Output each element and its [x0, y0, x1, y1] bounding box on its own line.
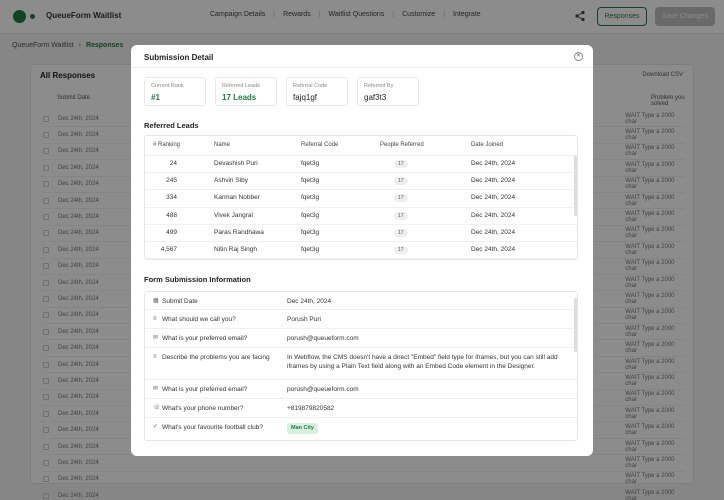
lead-referral-code: fqet3g — [301, 211, 320, 219]
form-row: ✉ What is your preferred email? porush@que… — [145, 380, 577, 399]
column-header-referral-code[interactable]: Referral Code — [301, 142, 338, 148]
text-icon: ≡ — [153, 316, 157, 322]
lead-name: Karman Nobber — [214, 194, 260, 202]
form-question: What is your preferred email? — [162, 386, 248, 393]
lead-name: Nitin Raj Singh — [214, 246, 257, 253]
lead-rank: 24 — [169, 160, 177, 167]
form-question: What is your preferred email? — [162, 335, 248, 342]
column-header-ranking[interactable]: # Ranking — [153, 142, 180, 148]
lead-rank: 488 — [166, 211, 177, 219]
stat-label: Current Rank — [151, 83, 184, 89]
lead-people-referred: 17 — [394, 194, 408, 203]
form-row: ✓ What's your favourite football club? Man… — [145, 418, 577, 440]
lead-date-joined: Dec 24th, 2024 — [471, 228, 516, 236]
form-answer-text: Dec 24th, 2024 — [287, 298, 332, 305]
form-answer: In Webflow, the CMS doesn't have a direc… — [287, 353, 562, 371]
lead-people-referred: 17 — [394, 211, 408, 220]
answer-tag: Man City — [287, 423, 318, 434]
form-answer: porush@queueform.com — [287, 334, 562, 343]
lead-people-referred: 17 — [394, 177, 408, 186]
lead-name: Vivek Jangral — [214, 211, 253, 219]
form-question: Describe the problems you are facing — [162, 354, 270, 361]
mail-icon: ✉ — [153, 386, 159, 392]
lead-rank: 245 — [166, 177, 177, 185]
column-header-name[interactable]: Name — [214, 142, 230, 148]
stat-label: Referral Code — [293, 83, 328, 89]
referred-leads-table: # Ranking Name Referral Code People Refe… — [144, 135, 578, 260]
form-answer: Porush Puri — [287, 315, 562, 324]
lead-date-joined: Dec 24th, 2024 — [471, 194, 516, 202]
check-icon: ✓ — [153, 424, 159, 430]
lead-people-referred: 17 — [394, 246, 408, 254]
lead-referral-code: fqet3g — [301, 177, 320, 185]
stat-value: fajq1gf — [293, 93, 318, 102]
lead-referral-code: fqet3g — [301, 194, 320, 202]
lead-referral-code: fqet3g — [301, 246, 320, 253]
form-submission-title: Form Submission Information — [144, 275, 251, 284]
lead-name: Paras Randhawa — [214, 228, 264, 236]
stat-value: 17 Leads — [222, 93, 257, 102]
lead-date-joined: Dec 24th, 2024 — [471, 160, 516, 167]
lead-rank: 4,567 — [160, 246, 177, 253]
submission-detail-modal: Submission Detail ✕ Current Rank #1 Refe… — [131, 45, 593, 456]
form-row: ≡ What should we call you? Porush Puri — [145, 310, 577, 329]
lead-people-referred: 17 — [394, 228, 408, 237]
form-answer: porush@queueform.com — [287, 385, 562, 394]
form-answer: Man City — [287, 423, 562, 434]
table-row[interactable]: 488 Vivek Jangral fqet3g 17 Dec 24th, 2024 — [145, 208, 577, 225]
lead-date-joined: Dec 24th, 2024 — [471, 177, 516, 185]
referred-leads-title: Referred Leads — [144, 121, 199, 130]
lead-date-joined: Dec 24th, 2024 — [471, 246, 516, 253]
stat-label: Referred By — [364, 83, 394, 89]
lead-rank: 499 — [166, 228, 177, 236]
column-header-people-referred[interactable]: People Referred — [380, 142, 424, 148]
form-scrollbar[interactable] — [574, 298, 577, 352]
calendar-icon: ▦ — [153, 298, 159, 304]
mail-icon: ✉ — [153, 335, 159, 341]
form-question: Submit Date — [162, 298, 198, 305]
form-answer: +819879820582 — [287, 404, 562, 413]
stat-referred-by: Referred By gaf3t3 — [357, 77, 419, 106]
form-row: ☏ What's your phone number? +819879820582 — [145, 399, 577, 418]
stat-value: #1 — [151, 93, 160, 102]
stat-value: gaf3t3 — [364, 93, 387, 102]
form-answer-text: Porush Puri — [287, 316, 321, 323]
form-row: ≡ Describe the problems you are facing In … — [145, 348, 577, 380]
table-header: # Ranking Name Referral Code People Refe… — [145, 136, 577, 156]
form-row: ✉ What is your preferred email? porush@que… — [145, 329, 577, 348]
lead-rank: 334 — [166, 194, 177, 202]
form-row: ▦ Submit Date Dec 24th, 2024 — [145, 292, 577, 310]
column-header-date-joined[interactable]: Date Joined — [471, 142, 503, 148]
table-row[interactable]: 334 Karman Nobber fqet3g 17 Dec 24th, 2024 — [145, 190, 577, 208]
form-question: What's your favourite football club? — [162, 424, 263, 431]
lead-referral-code: fqet3g — [301, 160, 320, 167]
table-row[interactable]: 4,567 Nitin Raj Singh fqet3g 17 Dec 24th, 20… — [145, 242, 577, 259]
form-answer-text: porush@queueform.com — [287, 386, 359, 393]
lead-referral-code: fqet3g — [301, 228, 320, 236]
phone-icon: ☏ — [153, 405, 161, 411]
lead-people-referred: 17 — [394, 160, 408, 168]
form-answer-text: In Webflow, the CMS doesn't have a direc… — [287, 354, 558, 370]
modal-divider — [131, 67, 593, 68]
form-question: What's your phone number? — [162, 405, 244, 412]
lead-date-joined: Dec 24th, 2024 — [471, 211, 516, 219]
form-submission-list: ▦ Submit Date Dec 24th, 2024 ≡ What should w… — [144, 291, 578, 441]
stat-current-rank: Current Rank #1 — [144, 77, 206, 106]
form-answer-text: porush@queueform.com — [287, 335, 359, 342]
stat-referral-code: Referral Code fajq1gf — [286, 77, 348, 106]
form-answer-text: +819879820582 — [287, 405, 335, 412]
form-answer: Dec 24th, 2024 — [287, 297, 562, 306]
lead-name: Ashvin Siby — [214, 177, 248, 185]
paragraph-icon: ≡ — [153, 354, 157, 360]
table-row[interactable]: 499 Paras Randhawa fqet3g 17 Dec 24th, 2024 — [145, 225, 577, 242]
table-row[interactable]: 24 Devashish Puri fqet3g 17 Dec 24th, 2024 — [145, 156, 577, 174]
table-row[interactable]: 245 Ashvin Siby fqet3g 17 Dec 24th, 2024 — [145, 173, 577, 191]
stat-referred-leads: Referred Leads 17 Leads — [215, 77, 277, 106]
modal-title: Submission Detail — [144, 53, 214, 62]
close-icon[interactable]: ✕ — [574, 52, 583, 61]
leads-scrollbar[interactable] — [574, 156, 577, 216]
form-question: What should we call you? — [162, 316, 236, 323]
stat-label: Referred Leads — [222, 83, 260, 89]
lead-name: Devashish Puri — [214, 160, 258, 167]
